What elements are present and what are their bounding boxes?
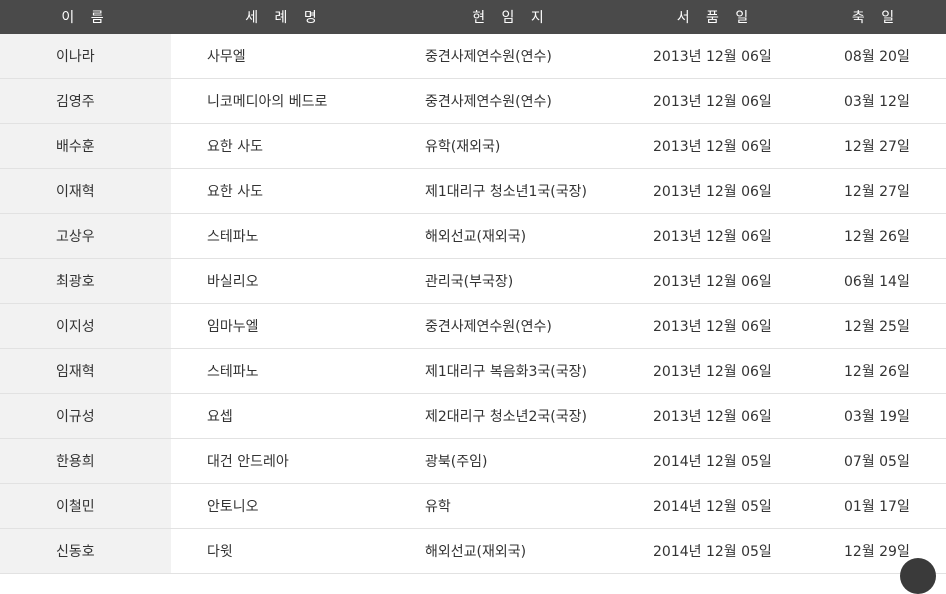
cell-name: 고상우 xyxy=(0,213,171,259)
cell-name: 이규성 xyxy=(0,393,171,439)
cell-name: 이지성 xyxy=(0,303,171,349)
cell-feast-day: 08월 20일 xyxy=(806,34,946,79)
cell-feast-day: 03월 19일 xyxy=(806,393,946,439)
table-row: 신동호 다윗 해외선교(재외국) 2014년 12월 05일 12월 29일 xyxy=(0,528,946,574)
cell-current-position: 제2대리구 청소년2국(국장) xyxy=(397,393,625,439)
cell-ordination-date: 2013년 12월 06일 xyxy=(625,168,806,214)
table-row: 고상우 스테파노 해외선교(재외국) 2013년 12월 06일 12월 26일 xyxy=(0,213,946,259)
cell-feast-day: 12월 25일 xyxy=(806,303,946,349)
cell-baptismal-name: 사무엘 xyxy=(171,34,397,79)
cell-baptismal-name: 임마누엘 xyxy=(171,303,397,349)
cell-current-position: 중견사제연수원(연수) xyxy=(397,34,625,79)
cell-ordination-date: 2013년 12월 06일 xyxy=(625,78,806,124)
scroll-top-button[interactable] xyxy=(900,558,936,594)
cell-current-position: 제1대리구 청소년1국(국장) xyxy=(397,168,625,214)
table-row: 이재혁 요한 사도 제1대리구 청소년1국(국장) 2013년 12월 06일 … xyxy=(0,168,946,214)
cell-ordination-date: 2013년 12월 06일 xyxy=(625,123,806,169)
cell-name: 임재혁 xyxy=(0,348,171,394)
cell-name: 이나라 xyxy=(0,34,171,79)
cell-ordination-date: 2013년 12월 06일 xyxy=(625,213,806,259)
table-row: 배수훈 요한 사도 유학(재외국) 2013년 12월 06일 12월 27일 xyxy=(0,123,946,169)
cell-name: 한용희 xyxy=(0,438,171,484)
cell-ordination-date: 2013년 12월 06일 xyxy=(625,348,806,394)
cell-ordination-date: 2014년 12월 05일 xyxy=(625,483,806,529)
cell-ordination-date: 2014년 12월 05일 xyxy=(625,528,806,574)
cell-baptismal-name: 요한 사도 xyxy=(171,123,397,169)
cell-baptismal-name: 요셉 xyxy=(171,393,397,439)
header-name: 이 름 xyxy=(0,0,171,34)
cell-name: 배수훈 xyxy=(0,123,171,169)
header-current-position: 현 임 지 xyxy=(397,0,625,34)
cell-current-position: 관리국(부국장) xyxy=(397,258,625,304)
table-row: 임재혁 스테파노 제1대리구 복음화3국(국장) 2013년 12월 06일 1… xyxy=(0,348,946,394)
table-row: 최광호 바실리오 관리국(부국장) 2013년 12월 06일 06월 14일 xyxy=(0,258,946,304)
table-row: 이규성 요셉 제2대리구 청소년2국(국장) 2013년 12월 06일 03월… xyxy=(0,393,946,439)
cell-current-position: 중견사제연수원(연수) xyxy=(397,78,625,124)
cell-ordination-date: 2014년 12월 05일 xyxy=(625,438,806,484)
cell-baptismal-name: 안토니오 xyxy=(171,483,397,529)
cell-baptismal-name: 요한 사도 xyxy=(171,168,397,214)
table-row: 김영주 니코메디아의 베드로 중견사제연수원(연수) 2013년 12월 06일… xyxy=(0,78,946,124)
table-row: 한용희 대건 안드레아 광북(주임) 2014년 12월 05일 07월 05일 xyxy=(0,438,946,484)
table-row: 이철민 안토니오 유학 2014년 12월 05일 01월 17일 xyxy=(0,483,946,529)
cell-baptismal-name: 다윗 xyxy=(171,528,397,574)
table-body: 이나라 사무엘 중견사제연수원(연수) 2013년 12월 06일 08월 20… xyxy=(0,34,946,574)
cell-current-position: 유학(재외국) xyxy=(397,123,625,169)
cell-feast-day: 07월 05일 xyxy=(806,438,946,484)
cell-feast-day: 12월 26일 xyxy=(806,348,946,394)
cell-feast-day: 12월 26일 xyxy=(806,213,946,259)
header-row: 이 름 세 례 명 현 임 지 서 품 일 축 일 xyxy=(0,0,946,34)
table-header: 이 름 세 례 명 현 임 지 서 품 일 축 일 xyxy=(0,0,946,34)
cell-ordination-date: 2013년 12월 06일 xyxy=(625,258,806,304)
cell-name: 이철민 xyxy=(0,483,171,529)
table-row: 이지성 임마누엘 중견사제연수원(연수) 2013년 12월 06일 12월 2… xyxy=(0,303,946,349)
cell-baptismal-name: 대건 안드레아 xyxy=(171,438,397,484)
cell-current-position: 광북(주임) xyxy=(397,438,625,484)
cell-feast-day: 12월 27일 xyxy=(806,168,946,214)
cell-current-position: 해외선교(재외국) xyxy=(397,528,625,574)
cell-baptismal-name: 스테파노 xyxy=(171,348,397,394)
cell-current-position: 제1대리구 복음화3국(국장) xyxy=(397,348,625,394)
cell-current-position: 유학 xyxy=(397,483,625,529)
cell-ordination-date: 2013년 12월 06일 xyxy=(625,303,806,349)
cell-ordination-date: 2013년 12월 06일 xyxy=(625,34,806,79)
cell-baptismal-name: 니코메디아의 베드로 xyxy=(171,78,397,124)
cell-name: 이재혁 xyxy=(0,168,171,214)
header-ordination-date: 서 품 일 xyxy=(625,0,806,34)
header-feast-day: 축 일 xyxy=(806,0,946,34)
priest-list-table: 이 름 세 례 명 현 임 지 서 품 일 축 일 이나라 사무엘 중견사제연수… xyxy=(0,0,946,574)
cell-feast-day: 01월 17일 xyxy=(806,483,946,529)
header-baptismal-name: 세 례 명 xyxy=(171,0,397,34)
table-row: 이나라 사무엘 중견사제연수원(연수) 2013년 12월 06일 08월 20… xyxy=(0,34,946,79)
cell-feast-day: 03월 12일 xyxy=(806,78,946,124)
cell-current-position: 해외선교(재외국) xyxy=(397,213,625,259)
cell-baptismal-name: 스테파노 xyxy=(171,213,397,259)
cell-name: 최광호 xyxy=(0,258,171,304)
cell-current-position: 중견사제연수원(연수) xyxy=(397,303,625,349)
cell-feast-day: 06월 14일 xyxy=(806,258,946,304)
cell-name: 김영주 xyxy=(0,78,171,124)
cell-ordination-date: 2013년 12월 06일 xyxy=(625,393,806,439)
cell-name: 신동호 xyxy=(0,528,171,574)
cell-feast-day: 12월 27일 xyxy=(806,123,946,169)
cell-baptismal-name: 바실리오 xyxy=(171,258,397,304)
